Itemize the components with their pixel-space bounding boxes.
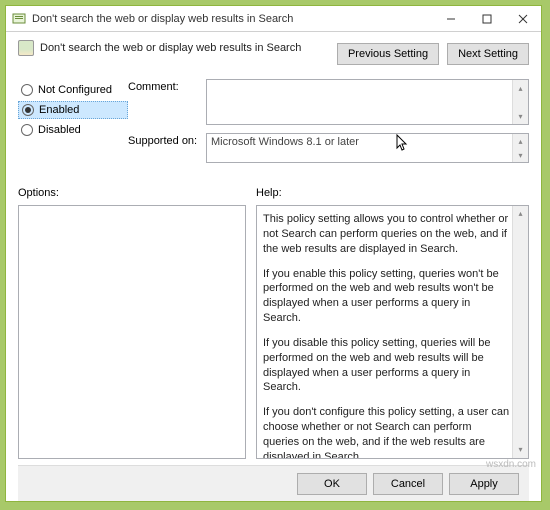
state-radio-group: Not Configured Enabled Disabled [18,79,128,141]
scrollbar[interactable]: ▴ ▾ [512,134,528,162]
title-bar: Don't search the web or display web resu… [6,6,541,32]
help-paragraph: This policy setting allows you to contro… [263,212,510,257]
apply-button[interactable]: Apply [449,473,519,495]
scrollbar[interactable]: ▴ ▾ [512,206,528,458]
options-pane-label: Options: [18,187,256,199]
panes-row: This policy setting allows you to contro… [18,205,529,459]
radio-enabled[interactable]: Enabled [18,101,128,119]
scroll-down-icon[interactable]: ▾ [513,442,528,458]
radio-label: Enabled [39,104,79,116]
scrollbar[interactable]: ▴ ▾ [512,80,528,124]
scroll-down-icon[interactable]: ▾ [513,148,528,162]
help-paragraph: If you don't configure this policy setti… [263,405,510,459]
radio-icon [21,124,33,136]
radio-icon [21,84,33,96]
dialog-window: Don't search the web or display web resu… [5,5,542,502]
app-icon [12,12,26,26]
radio-icon [22,104,34,116]
scroll-up-icon[interactable]: ▴ [513,80,528,96]
radio-label: Disabled [38,124,81,136]
help-paragraph: If you enable this policy setting, queri… [263,267,510,326]
scroll-up-icon[interactable]: ▴ [513,134,528,148]
maximize-button[interactable] [469,6,505,31]
options-pane [18,205,246,459]
window-controls [433,6,541,31]
radio-disabled[interactable]: Disabled [18,121,128,139]
help-paragraph: If you disable this policy setting, quer… [263,336,510,395]
scroll-down-icon[interactable]: ▾ [513,108,528,124]
minimize-button[interactable] [433,6,469,31]
policy-header-row: Don't search the web or display web resu… [18,40,529,65]
radio-not-configured[interactable]: Not Configured [18,81,128,99]
policy-name: Don't search the web or display web resu… [40,42,301,54]
next-setting-button[interactable]: Next Setting [447,43,529,65]
content-area: Don't search the web or display web resu… [6,32,541,501]
help-pane: This policy setting allows you to contro… [256,205,529,459]
policy-icon [18,40,34,56]
scroll-up-icon[interactable]: ▴ [513,206,528,222]
ok-button[interactable]: OK [297,473,367,495]
help-pane-label: Help: [256,187,282,199]
radio-label: Not Configured [38,84,112,96]
comment-textarea[interactable]: ▴ ▾ [206,79,529,125]
previous-setting-button[interactable]: Previous Setting [337,43,439,65]
panes-header: Options: Help: [18,187,529,199]
config-row: Not Configured Enabled Disabled Comment: [18,79,529,171]
dialog-footer: OK Cancel Apply [18,465,529,501]
supported-on-value: Microsoft Windows 8.1 or later [211,136,359,148]
close-button[interactable] [505,6,541,31]
supported-on-label: Supported on: [128,133,206,147]
comment-label: Comment: [128,79,206,93]
window-title: Don't search the web or display web resu… [32,13,433,25]
cancel-button[interactable]: Cancel [373,473,443,495]
watermark: wsxdn.com [486,459,536,470]
supported-on-box: Microsoft Windows 8.1 or later ▴ ▾ [206,133,529,163]
